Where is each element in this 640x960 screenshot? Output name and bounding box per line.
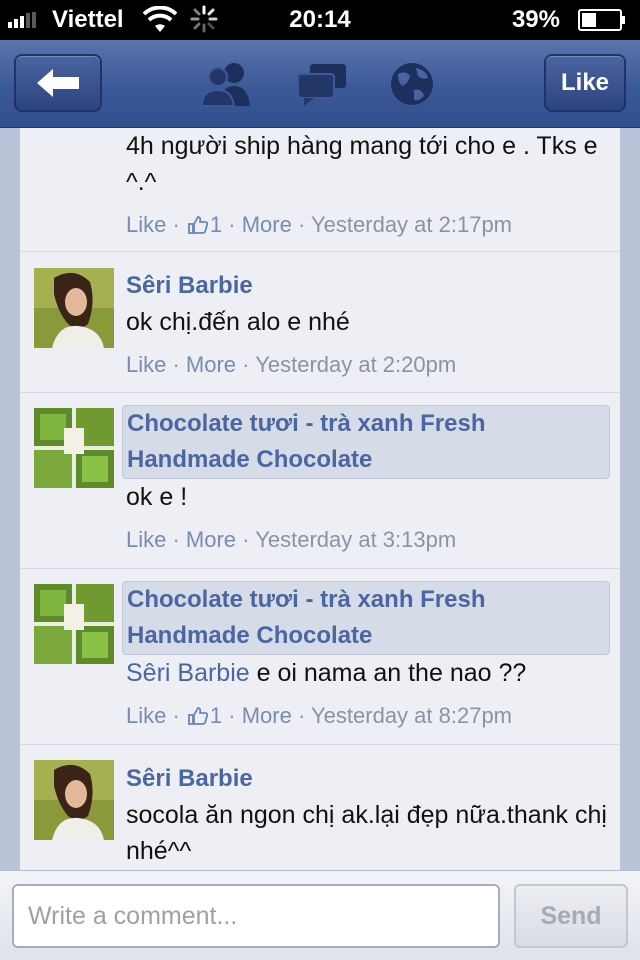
comment-meta: Like · More · Yesterday at 2:20pm bbox=[126, 352, 457, 377]
comment-author[interactable]: Chocolate tươi - trà xanh Fresh Handmade… bbox=[122, 405, 610, 479]
status-bar: Viettel 20:14 39% bbox=[0, 0, 640, 40]
battery-icon bbox=[578, 9, 625, 31]
globe-icon[interactable] bbox=[388, 60, 442, 108]
more-link[interactable]: More bbox=[186, 352, 236, 377]
friends-icon[interactable] bbox=[200, 60, 254, 108]
comment-timestamp: Yesterday at 2:20pm bbox=[255, 352, 457, 377]
comment-text: ok chị.đến alo e nhé bbox=[126, 308, 350, 336]
back-arrow-icon bbox=[37, 69, 79, 97]
comment-item: Chocolate tươi - trà xanh Fresh Handmade… bbox=[20, 569, 620, 745]
comment-timestamp: Yesterday at 8:27pm bbox=[311, 703, 513, 728]
comment-author[interactable]: Sêri Barbie bbox=[126, 761, 610, 797]
comment-input[interactable] bbox=[12, 884, 500, 948]
comment-author[interactable]: Sêri Barbie bbox=[126, 268, 610, 304]
comment-text: Sêri Barbie e oi nama an the nao ?? bbox=[126, 659, 527, 687]
comment-meta: Like · More · Yesterday at 3:13pm bbox=[126, 527, 457, 552]
comment-text: ok e ! bbox=[126, 483, 188, 511]
navigation-bar: Like bbox=[0, 40, 640, 128]
comment-composer: Send bbox=[0, 870, 640, 960]
comment-meta: Like · 1 · More · Yesterday at 2:17pm bbox=[126, 212, 513, 237]
like-count[interactable]: 1 bbox=[210, 703, 222, 728]
like-link[interactable]: Like bbox=[126, 212, 166, 237]
like-link[interactable]: Like bbox=[126, 352, 166, 377]
more-link[interactable]: More bbox=[186, 527, 236, 552]
comment-list[interactable]: 4h người ship hàng mang tới cho e . Tks … bbox=[20, 128, 620, 870]
comment-timestamp: Yesterday at 3:13pm bbox=[255, 527, 457, 552]
comment-text: socola ăn ngon chị ak.lại đẹp nữa.thank … bbox=[126, 801, 607, 865]
comment-meta: Like · 1 · More · Yesterday at 8:27pm bbox=[126, 703, 513, 728]
avatar[interactable] bbox=[34, 268, 114, 348]
more-link[interactable]: More bbox=[242, 212, 292, 237]
comment-item: Sêri Barbie ok chị.đến alo e nhé Like · … bbox=[20, 252, 620, 393]
battery-percent: 39% bbox=[511, 6, 560, 33]
comment-item: Chocolate tươi - trà xanh Fresh Handmade… bbox=[20, 393, 620, 569]
thumbs-up-icon bbox=[188, 707, 208, 725]
avatar[interactable] bbox=[34, 408, 114, 488]
back-button[interactable] bbox=[14, 54, 102, 112]
like-page-button[interactable]: Like bbox=[544, 54, 626, 112]
messages-icon[interactable] bbox=[296, 60, 350, 108]
like-link[interactable]: Like bbox=[126, 703, 166, 728]
more-link[interactable]: More bbox=[242, 703, 292, 728]
comment-text: 4h người ship hàng mang tới cho e . Tks … bbox=[126, 132, 598, 196]
avatar[interactable] bbox=[34, 760, 114, 840]
comment-item: Sêri Barbie socola ăn ngon chị ak.lại đẹ… bbox=[20, 745, 620, 870]
avatar[interactable] bbox=[34, 584, 114, 664]
like-count[interactable]: 1 bbox=[210, 212, 222, 237]
comment-item: 4h người ship hàng mang tới cho e . Tks … bbox=[20, 128, 620, 252]
like-link[interactable]: Like bbox=[126, 527, 166, 552]
comment-author[interactable]: Chocolate tươi - trà xanh Fresh Handmade… bbox=[122, 581, 610, 655]
send-button[interactable]: Send bbox=[514, 884, 628, 948]
comment-timestamp: Yesterday at 2:17pm bbox=[311, 212, 513, 237]
tagged-user-link[interactable]: Sêri Barbie bbox=[126, 659, 250, 687]
thumbs-up-icon bbox=[188, 216, 208, 234]
